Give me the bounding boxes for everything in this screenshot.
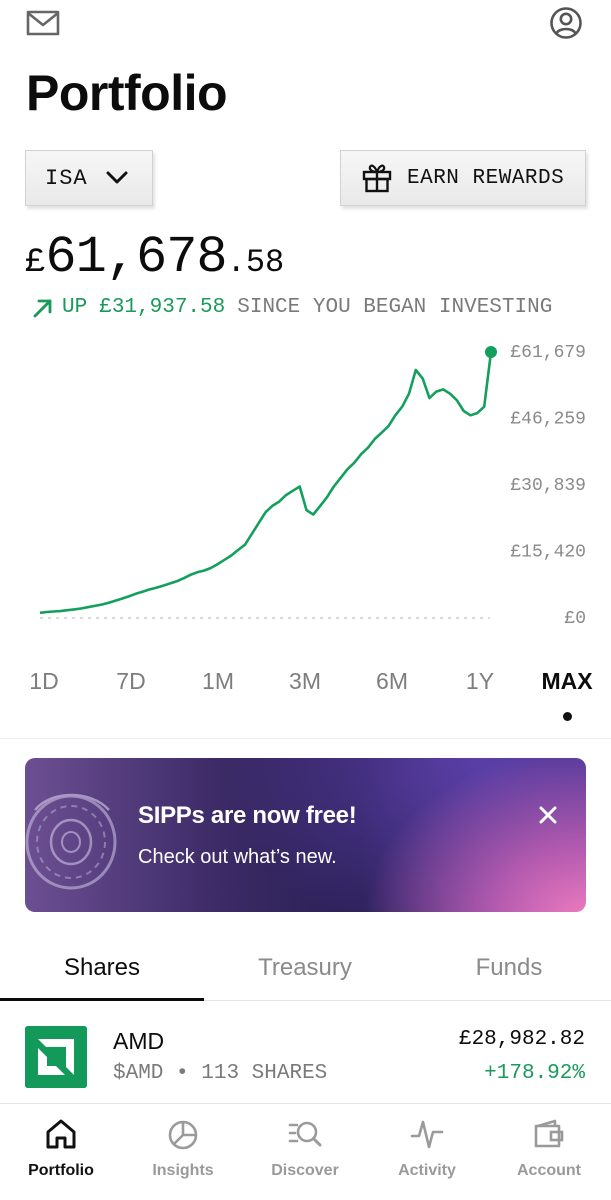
coin-stack-icon xyxy=(25,793,117,890)
activity-pulse-icon xyxy=(410,1120,444,1149)
banner-subtitle: Check out what’s new. xyxy=(138,846,337,868)
range-1m[interactable]: 1M xyxy=(202,668,234,695)
y-axis-tick-label: £61,679 xyxy=(510,343,586,363)
arrow-up-right-icon xyxy=(33,299,52,317)
portfolio-balance: £ 61,678 .58 xyxy=(25,228,284,287)
bottom-navigation: Portfolio Insights Discover Activity Acc… xyxy=(0,1103,611,1200)
holding-ticker: $AMD xyxy=(113,1062,164,1085)
holding-name: AMD xyxy=(113,1028,165,1054)
chart-current-point xyxy=(485,346,497,358)
nav-discover[interactable]: Discover xyxy=(250,1116,360,1180)
chevron-down-icon xyxy=(106,171,128,184)
list-item[interactable]: AMD $AMD • 113 SHARES £28,982.82 +178.92… xyxy=(0,1014,611,1100)
holding-separator: • xyxy=(176,1062,189,1085)
nav-activity-label: Activity xyxy=(398,1162,456,1179)
chart-series-line xyxy=(39,351,493,615)
holding-change: +178.92% xyxy=(484,1062,585,1085)
range-1d[interactable]: 1D xyxy=(29,668,58,695)
home-icon xyxy=(46,1119,76,1149)
range-6m[interactable]: 6M xyxy=(376,668,408,695)
page-title: Portfolio xyxy=(26,65,228,121)
y-axis-tick-label: £15,420 xyxy=(510,543,586,563)
nav-portfolio[interactable]: Portfolio xyxy=(6,1116,116,1180)
gain-summary: UP £31,937.58 SINCE YOU BEGAN INVESTING xyxy=(32,296,552,319)
y-axis-tick-label: £46,259 xyxy=(510,410,586,430)
holding-details: $AMD • 113 SHARES xyxy=(113,1062,327,1085)
active-tab-underline xyxy=(0,998,204,1001)
balance-currency: £ xyxy=(25,244,46,282)
top-bar xyxy=(0,0,611,50)
profile-icon[interactable] xyxy=(549,6,583,40)
y-axis-tick-label: £0 xyxy=(564,609,586,629)
holding-value: £28,982.82 xyxy=(458,1028,585,1051)
banner-title: SIPPs are now free! xyxy=(138,802,357,829)
y-axis-tick-label: £30,839 xyxy=(510,476,586,496)
discover-search-icon xyxy=(288,1121,322,1147)
mail-icon[interactable] xyxy=(26,8,60,38)
pie-chart-icon xyxy=(168,1120,198,1150)
range-3m[interactable]: 3M xyxy=(289,668,321,695)
nav-insights[interactable]: Insights xyxy=(128,1116,238,1180)
balance-whole: 61,678 xyxy=(45,228,227,287)
tab-funds[interactable]: Funds xyxy=(476,954,543,982)
range-7d[interactable]: 7D xyxy=(116,668,145,695)
portfolio-value-chart[interactable]: £61,679 £46,259 £30,839 £15,420 £0 xyxy=(0,330,611,640)
range-1y[interactable]: 1Y xyxy=(466,668,494,695)
earn-rewards-label: EARN REWARDS xyxy=(407,166,565,190)
tab-treasury[interactable]: Treasury xyxy=(258,954,352,982)
nav-portfolio-label: Portfolio xyxy=(28,1162,94,1179)
gain-amount: £31,937.58 xyxy=(99,296,226,319)
nav-discover-label: Discover xyxy=(271,1162,339,1179)
section-divider xyxy=(0,738,611,739)
amd-logo xyxy=(25,1026,87,1088)
account-selector-label: ISA xyxy=(45,165,88,191)
holdings-tabs: Shares Treasury Funds xyxy=(0,940,611,1002)
time-range-selector: 1D 7D 1M 3M 6M 1Y MAX xyxy=(0,668,611,728)
nav-insights-label: Insights xyxy=(152,1162,214,1179)
active-range-indicator xyxy=(563,712,572,721)
gain-since-label: SINCE YOU BEGAN INVESTING xyxy=(237,296,553,319)
promo-banner[interactable]: SIPPs are now free! Check out what’s new… xyxy=(25,758,586,912)
balance-decimal: .58 xyxy=(226,244,285,281)
nav-activity[interactable]: Activity xyxy=(372,1116,482,1180)
account-selector-button[interactable]: ISA xyxy=(25,150,153,206)
holding-shares: 113 SHARES xyxy=(201,1062,328,1085)
earn-rewards-button[interactable]: EARN REWARDS xyxy=(340,150,586,206)
tab-shares[interactable]: Shares xyxy=(64,954,140,982)
gain-direction: UP xyxy=(62,296,88,319)
nav-account-label: Account xyxy=(517,1162,581,1179)
wallet-icon xyxy=(534,1119,564,1148)
close-icon[interactable] xyxy=(537,804,559,826)
gift-icon xyxy=(362,164,392,193)
nav-account[interactable]: Account xyxy=(494,1116,604,1180)
range-max[interactable]: MAX xyxy=(541,668,592,695)
